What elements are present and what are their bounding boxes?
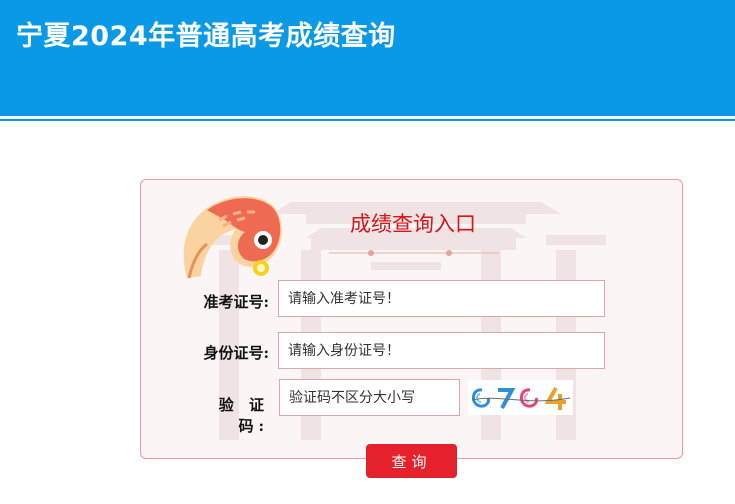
koi-fish-icon	[183, 196, 282, 279]
captcha-input[interactable]	[279, 379, 460, 416]
query-panel: 成绩查询入口 准考证号: 身份证号: 验 证 码:	[140, 179, 683, 459]
query-button[interactable]: 查询	[366, 444, 457, 478]
exam-number-label: 准考证号:	[203, 293, 269, 311]
site-header: 宁夏2024年普通高考成绩查询	[0, 0, 735, 116]
id-number-input[interactable]	[278, 332, 605, 369]
panel-title: 成绩查询入口	[350, 212, 476, 236]
page-title: 宁夏2024年普通高考成绩查询	[16, 21, 396, 52]
title-divider	[329, 250, 499, 256]
header-divider	[0, 119, 735, 121]
exam-number-input[interactable]	[278, 280, 605, 317]
captcha-image[interactable]	[468, 380, 573, 415]
id-number-label: 身份证号:	[203, 344, 269, 362]
captcha-label: 验 证 码:	[218, 396, 269, 435]
